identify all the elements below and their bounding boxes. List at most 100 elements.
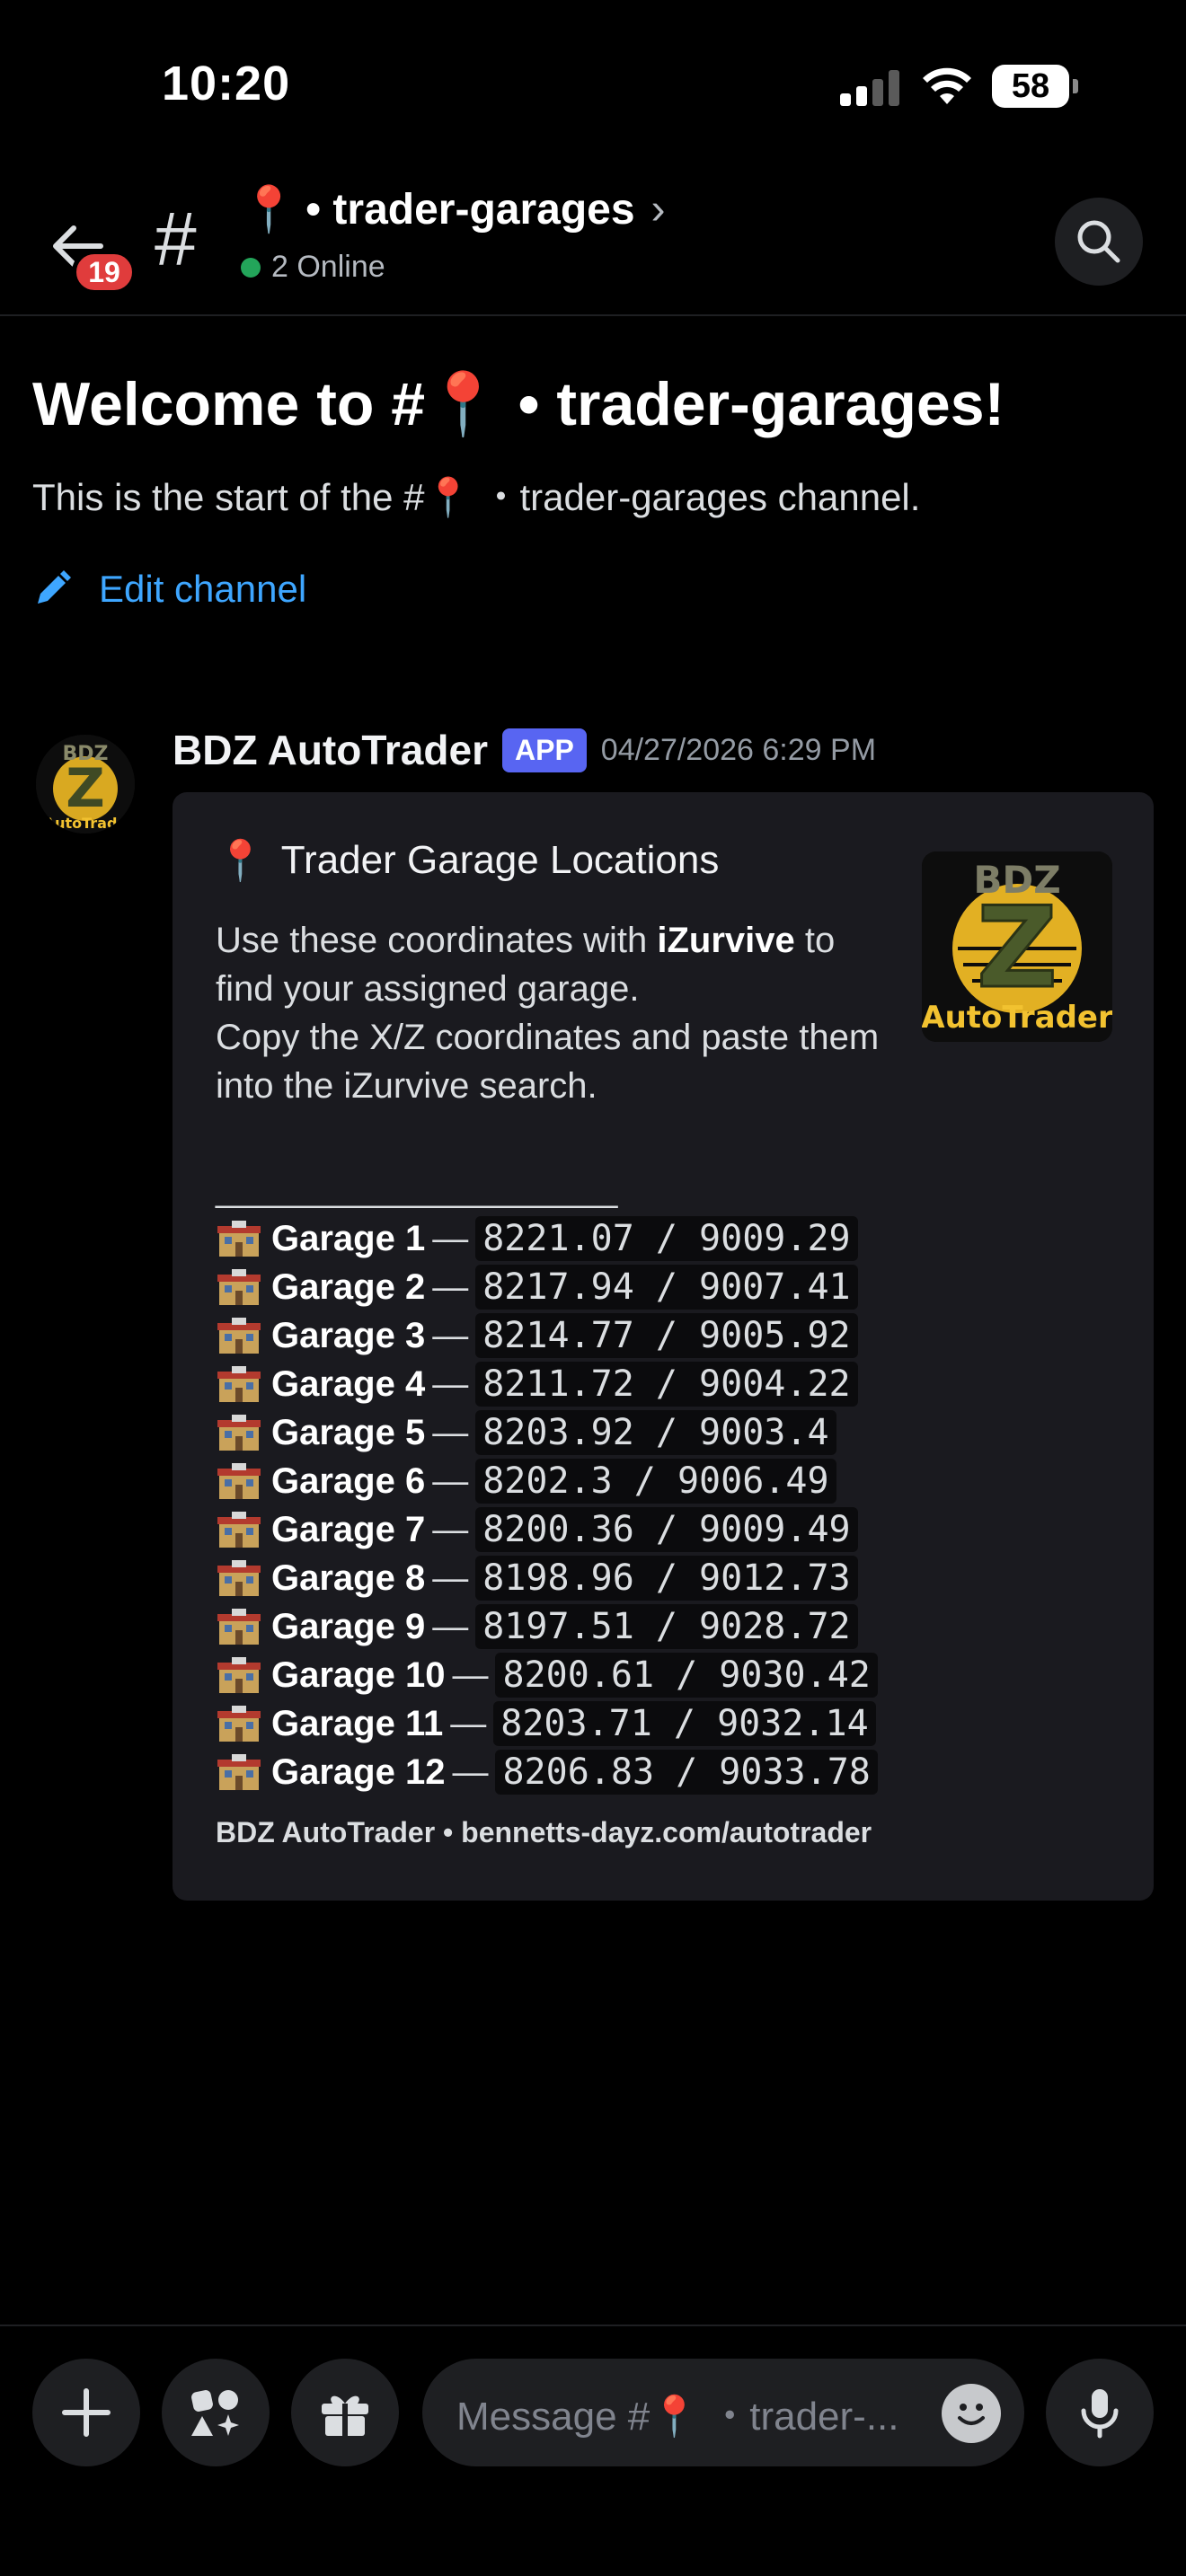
garage-dash: — [432, 1509, 469, 1549]
message-embed: 📍 Trader Garage Locations Use these coor… [173, 792, 1154, 1901]
garage-coords[interactable]: 8211.72 / 9004.22 [475, 1362, 858, 1407]
composer-bar: Message #📍 ・trader-... [0, 2325, 1186, 2576]
embed-title: 📍 Trader Garage Locations [216, 837, 719, 884]
online-status: 2 Online [241, 250, 385, 285]
garage-building-icon [217, 1415, 261, 1451]
garage-name: Garage 8 [271, 1557, 426, 1598]
garage-name: Garage 2 [271, 1266, 426, 1307]
garage-name: Garage 7 [271, 1509, 426, 1549]
garage-coords[interactable]: 8202.3 / 9006.49 [475, 1459, 836, 1504]
garage-row: Garage 7—8200.36 / 9009.49 [216, 1505, 878, 1554]
status-bar: 10:20 58 [0, 0, 1186, 171]
emoji-button[interactable] [942, 2384, 1001, 2443]
voice-button[interactable] [1046, 2359, 1154, 2466]
garage-row: Garage 1—8221.07 / 9009.29 [216, 1214, 878, 1263]
garage-building-icon [217, 1609, 261, 1645]
garage-coords[interactable]: 8203.92 / 9003.4 [475, 1410, 836, 1455]
pencil-icon [38, 570, 71, 604]
garage-row: Garage 8—8198.96 / 9012.73 [216, 1554, 878, 1602]
channel-title[interactable]: 📍 • trader-garages › [241, 183, 666, 236]
embed-title-text: Trader Garage Locations [280, 838, 720, 882]
garage-name: Garage 1 [271, 1218, 426, 1258]
cellular-signal-icon [840, 70, 903, 106]
bdz-logo-icon: Z BDZ AutoTrade [36, 735, 135, 834]
svg-text:AutoTrader: AutoTrader [922, 1000, 1112, 1036]
garage-row: Garage 5—8203.92 / 9003.4 [216, 1408, 878, 1457]
chevron-right-icon: › [651, 186, 666, 234]
author-avatar[interactable]: Z BDZ AutoTrade [36, 735, 135, 834]
svg-text:BDZ: BDZ [973, 858, 1060, 902]
garage-coords[interactable]: 8197.51 / 9028.72 [475, 1604, 858, 1649]
apps-icon [191, 2390, 239, 2436]
search-button[interactable] [1055, 198, 1143, 286]
microphone-icon [1081, 2389, 1119, 2439]
garage-dash: — [432, 1315, 469, 1355]
garage-name: Garage 4 [271, 1363, 426, 1404]
svg-text:AutoTrade: AutoTrade [44, 815, 128, 832]
online-dot-icon [241, 257, 261, 278]
garage-name: Garage 5 [271, 1412, 426, 1452]
garage-row: Garage 4—8211.72 / 9004.22 [216, 1360, 878, 1408]
gift-button[interactable] [291, 2359, 399, 2466]
apps-button[interactable] [162, 2359, 270, 2466]
desc-text: Use these coordinates with [216, 921, 658, 960]
garage-row: Garage 6—8202.3 / 9006.49 [216, 1457, 878, 1505]
garage-coords[interactable]: 8200.61 / 9030.42 [495, 1653, 878, 1698]
garage-list: Garage 1—8221.07 / 9009.29 Garage 2—8217.… [216, 1214, 878, 1796]
embed-thumbnail[interactable]: Z BDZ AutoTrader [922, 851, 1112, 1042]
garage-row: Garage 12—8206.83 / 9033.78 [216, 1748, 878, 1796]
garage-dash: — [432, 1363, 469, 1404]
message-timestamp: 04/27/2026 6:29 PM [600, 732, 877, 767]
garage-building-icon [217, 1706, 261, 1742]
status-time: 10:20 [162, 57, 291, 110]
gift-icon [322, 2395, 368, 2436]
smiley-icon [958, 2404, 985, 2425]
garage-coords[interactable]: 8221.07 / 9009.29 [475, 1216, 858, 1261]
svg-text:Z: Z [66, 757, 105, 820]
garage-coords[interactable]: 8206.83 / 9033.78 [495, 1750, 878, 1795]
message-input[interactable]: Message #📍 ・trader-... [422, 2359, 1024, 2466]
garage-dash: — [432, 1460, 469, 1501]
garage-name: Garage 9 [271, 1606, 426, 1646]
garage-building-icon [217, 1366, 261, 1402]
garage-dash: — [432, 1218, 469, 1258]
app-tag: APP [501, 728, 587, 772]
garage-row: Garage 10—8200.61 / 9030.42 [216, 1651, 878, 1699]
edit-channel-label: Edit channel [99, 568, 307, 610]
pin-icon: 📍 [216, 839, 265, 883]
garage-coords[interactable]: 8198.96 / 9012.73 [475, 1556, 858, 1601]
garage-row: Garage 3—8214.77 / 9005.92 [216, 1311, 878, 1360]
garage-name: Garage 10 [271, 1654, 446, 1695]
author-name[interactable]: BDZ AutoTrader [173, 726, 488, 774]
garage-name: Garage 12 [271, 1751, 446, 1792]
svg-text:BDZ: BDZ [63, 743, 109, 765]
message-header: BDZ AutoTrader APP 04/27/2026 6:29 PM [173, 726, 876, 774]
garage-dash: — [450, 1703, 487, 1743]
garage-coords[interactable]: 8217.94 / 9007.41 [475, 1265, 858, 1310]
desc-bold: iZurvive [657, 921, 795, 960]
garage-dash: — [432, 1412, 469, 1452]
garage-row: Garage 2—8217.94 / 9007.41 [216, 1263, 878, 1311]
garage-name: Garage 11 [271, 1703, 444, 1743]
garage-dash: — [432, 1557, 469, 1598]
battery-icon: 58 [992, 65, 1078, 108]
bdz-logo-icon: Z BDZ AutoTrader [922, 851, 1112, 1042]
welcome-title: Welcome to #📍 • trader-garages! [32, 370, 1005, 438]
garage-dash: — [452, 1654, 489, 1695]
battery-level: 58 [992, 65, 1069, 108]
garage-dash: — [452, 1751, 489, 1792]
add-button[interactable] [32, 2359, 140, 2466]
garage-row: Garage 11—8203.71 / 9032.14 [216, 1699, 878, 1748]
message-placeholder: Message #📍 ・trader-... [456, 2395, 899, 2439]
garage-coords[interactable]: 8214.77 / 9005.92 [475, 1313, 858, 1358]
garage-coords[interactable]: 8203.71 / 9032.14 [493, 1701, 876, 1746]
garage-building-icon [217, 1560, 261, 1596]
garage-building-icon [217, 1221, 261, 1257]
pin-icon: 📍 [241, 184, 297, 234]
garage-building-icon [217, 1463, 261, 1499]
garage-coords[interactable]: 8200.36 / 9009.49 [475, 1507, 858, 1552]
garage-name: Garage 3 [271, 1315, 426, 1355]
garage-row: Garage 9—8197.51 / 9028.72 [216, 1602, 878, 1651]
embed-footer: BDZ AutoTrader • bennetts-dayz.com/autot… [216, 1816, 872, 1848]
edit-channel-link[interactable]: Edit channel [32, 568, 306, 611]
